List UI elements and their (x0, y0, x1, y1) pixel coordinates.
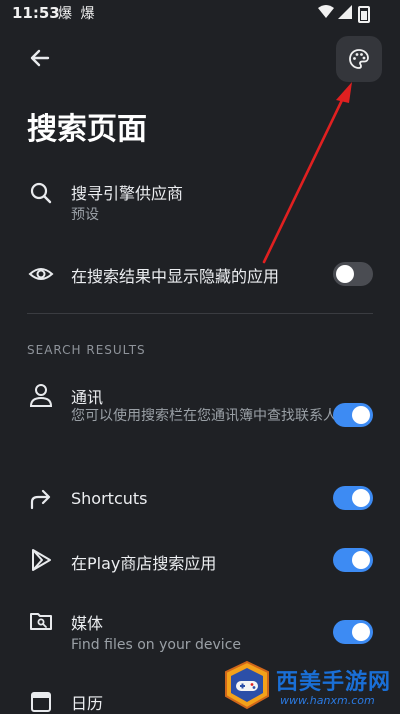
share-arrow-icon (30, 489, 51, 510)
play-store-title: 在Play商店搜索应用 (71, 554, 217, 573)
palette-button[interactable] (336, 36, 382, 82)
calendar-title: 日历 (71, 694, 104, 713)
media-toggle[interactable] (333, 620, 373, 644)
search-provider-subtitle: 预设 (71, 207, 99, 223)
shortcuts-row[interactable]: Shortcuts (0, 484, 400, 514)
status-bar: 11:53 爆 爆 (0, 0, 400, 28)
show-hidden-apps-toggle[interactable] (333, 262, 373, 286)
media-title: 媒体 (71, 614, 104, 633)
folder-search-icon (30, 613, 52, 630)
contacts-row[interactable]: 通讯 您可以使用搜索栏在您通讯簿中查找联系人 (0, 382, 400, 452)
watermark-name: 西美手游网 (276, 670, 392, 695)
shortcuts-toggle[interactable] (333, 486, 373, 510)
toggle-knob (336, 265, 354, 283)
media-subtitle: Find files on your device (71, 637, 242, 653)
contacts-toggle[interactable] (333, 403, 373, 427)
show-hidden-apps-title: 在搜索结果中显示隐藏的应用 (71, 267, 280, 286)
play-icon (32, 549, 51, 571)
play-store-row[interactable]: 在Play商店搜索应用 (0, 545, 400, 575)
signal-icon (338, 5, 352, 19)
media-row[interactable]: 媒体 Find files on your device (0, 606, 400, 656)
back-arrow-icon[interactable] (24, 42, 56, 74)
show-hidden-apps-row[interactable]: 在搜索结果中显示隐藏的应用 (0, 259, 400, 289)
battery-icon (358, 6, 370, 23)
gamepad-logo-icon (225, 660, 269, 710)
notification-icons: 爆 爆 (58, 6, 97, 22)
shortcuts-title: Shortcuts (71, 489, 148, 508)
palette-icon (349, 49, 369, 69)
toggle-knob (352, 406, 370, 424)
search-provider-title: 搜寻引擎供应商 (71, 184, 184, 203)
search-icon (30, 182, 52, 204)
divider (27, 313, 373, 314)
calendar-icon (31, 692, 51, 712)
watermark-url: www.hanxm.com (280, 694, 375, 707)
page-title: 搜索页面 (27, 112, 147, 147)
toggle-knob (352, 489, 370, 507)
watermark: 西美手游网 www.hanxm.com (222, 660, 400, 711)
eye-icon (28, 268, 54, 280)
person-icon (29, 384, 53, 407)
section-header: SEARCH RESULTS (27, 343, 146, 357)
play-store-toggle[interactable] (333, 548, 373, 572)
wifi-icon (318, 5, 334, 18)
toggle-knob (352, 623, 370, 641)
status-time: 11:53 (12, 4, 60, 22)
toggle-knob (352, 551, 370, 569)
contacts-subtitle: 您可以使用搜索栏在您通讯簿中查找联系人 (71, 408, 337, 424)
search-provider-row[interactable]: 搜寻引擎供应商 预设 (0, 176, 400, 228)
